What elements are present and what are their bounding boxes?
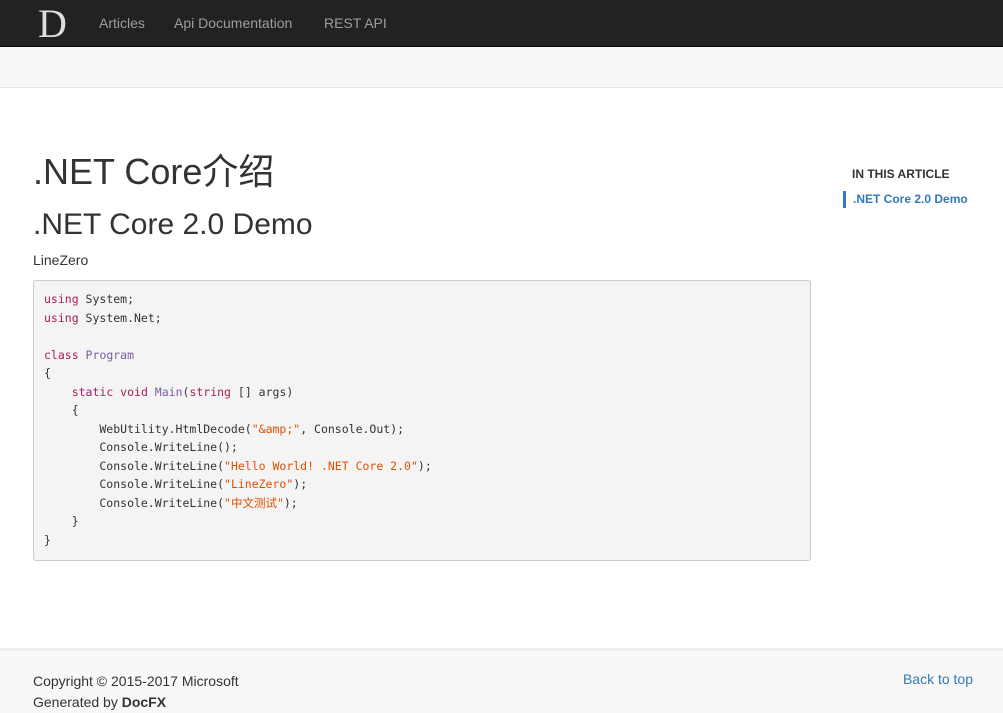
page-title: .NET Core介绍 bbox=[33, 151, 275, 192]
code-line: using System; bbox=[44, 290, 800, 309]
nav-articles[interactable]: Articles bbox=[99, 15, 145, 31]
copyright: Copyright © 2015-2017 Microsoft bbox=[33, 673, 239, 689]
code-line: { bbox=[44, 364, 800, 383]
code-token: "中文测试" bbox=[224, 495, 284, 510]
code-token: ); bbox=[293, 477, 308, 491]
nav-api-documentation[interactable]: Api Documentation bbox=[174, 15, 292, 31]
code-token: class bbox=[44, 347, 86, 362]
code-token: [] args) bbox=[237, 384, 294, 399]
code-line: Console.WriteLine(); bbox=[44, 438, 800, 457]
back-to-top-link[interactable]: Back to top bbox=[903, 671, 973, 687]
generated-by-label: Generated by bbox=[33, 694, 122, 710]
code-token: ); bbox=[417, 458, 432, 473]
code-token: Program bbox=[85, 347, 135, 362]
code-token: } bbox=[44, 514, 79, 528]
code-line: WebUtility.HtmlDecode("&amp;", Console.O… bbox=[44, 420, 800, 439]
footer: Copyright © 2015-2017 Microsoft Generate… bbox=[0, 648, 1003, 713]
code-token: using bbox=[44, 310, 86, 325]
code-token: Console.WriteLine( bbox=[44, 458, 225, 473]
code-token: , Console.Out); bbox=[300, 421, 405, 436]
code-line: Console.WriteLine("Hello World! .NET Cor… bbox=[44, 457, 800, 476]
code-token: } bbox=[44, 532, 51, 547]
code-block: using System; using System.Net; class Prog… bbox=[33, 280, 811, 561]
code-token: "LineZero" bbox=[224, 477, 294, 491]
code-line: } bbox=[44, 512, 800, 531]
code-token: WebUtility.HtmlDecode( bbox=[44, 421, 252, 436]
code-line: { bbox=[44, 401, 800, 420]
code-token: Console.WriteLine(); bbox=[44, 440, 238, 454]
navbar: D Articles Api Documentation REST API bbox=[0, 0, 1003, 47]
code-line: } bbox=[44, 531, 800, 550]
code-token: Console.WriteLine( bbox=[44, 477, 225, 491]
generator-name: DocFX bbox=[121, 694, 167, 710]
nav-rest-api[interactable]: REST API bbox=[324, 15, 387, 31]
code-token: Console.WriteLine( bbox=[44, 495, 225, 510]
code-token: { bbox=[44, 366, 51, 380]
toc-title: IN THIS ARTICLE bbox=[852, 167, 950, 181]
code-line: Console.WriteLine("中文测试"); bbox=[44, 494, 800, 513]
logo-letter: D bbox=[38, 5, 67, 41]
code-token: System.Net; bbox=[85, 310, 162, 325]
section-heading: .NET Core 2.0 Demo bbox=[33, 208, 313, 241]
code-token: { bbox=[44, 403, 79, 417]
code-line: using System.Net; bbox=[44, 309, 800, 328]
code-token: "&amp;" bbox=[251, 421, 301, 436]
code-line: Console.WriteLine("LineZero"); bbox=[44, 475, 800, 494]
code-line: class Program bbox=[44, 346, 800, 365]
code-token: Main bbox=[154, 384, 183, 399]
breadcrumb-bar bbox=[0, 47, 1003, 88]
code-line: static void Main(string [] args) bbox=[44, 383, 800, 402]
code-token: static void bbox=[71, 384, 155, 399]
code-token: using bbox=[44, 292, 86, 306]
toc-item[interactable]: .NET Core 2.0 Demo bbox=[843, 191, 983, 208]
code-token: "Hello World! .NET Core 2.0" bbox=[224, 458, 418, 473]
author: LineZero bbox=[33, 252, 89, 268]
code-token: string bbox=[189, 384, 238, 399]
docfx-logo[interactable]: D bbox=[38, 5, 74, 41]
code-token: System; bbox=[85, 292, 135, 306]
code-token: ); bbox=[283, 495, 298, 510]
